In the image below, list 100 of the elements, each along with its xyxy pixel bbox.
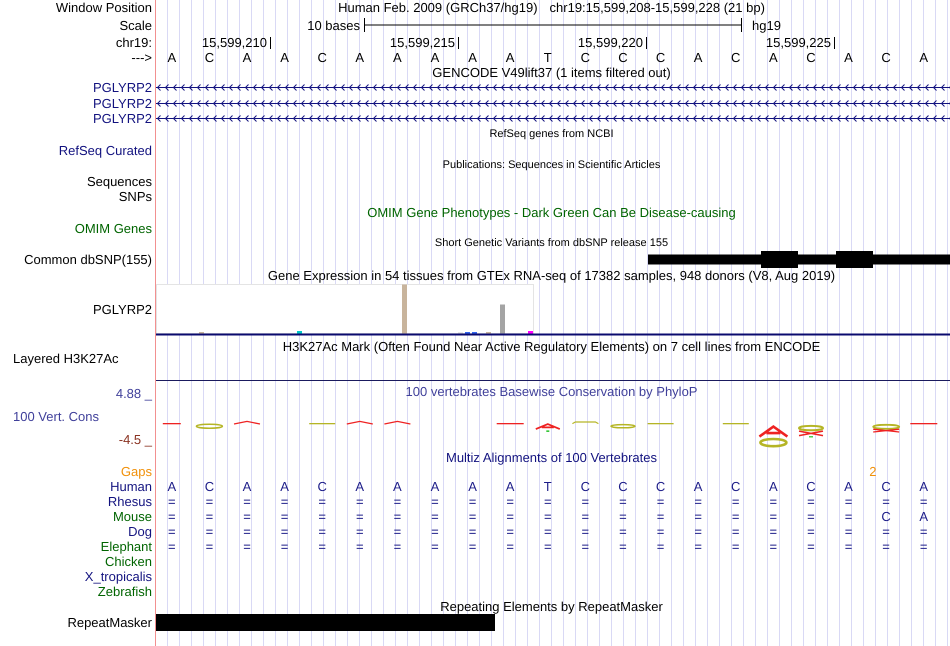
track-title: Repeating Elements by RepeatMasker: [440, 600, 663, 612]
aligned-base: =: [431, 510, 439, 522]
track-title: Short Genetic Variants from dbSNP release 155: [434, 238, 668, 248]
track-title: Publications: Sequences in Scientific Articles: [442, 160, 660, 171]
tick-mark: [458, 36, 459, 48]
track-label[interactable]: RepeatMasker: [67, 616, 152, 628]
base-letter: T: [544, 50, 552, 64]
aligned-base: =: [920, 524, 928, 538]
species-label[interactable]: Elephant: [100, 540, 152, 552]
species-label[interactable]: Chicken: [105, 554, 152, 568]
aligned-base: =: [243, 510, 251, 522]
aligned-base: A: [355, 480, 364, 492]
aligned-base: C: [881, 510, 891, 522]
conservation-mark: [534, 422, 561, 432]
aligned-base: C: [580, 480, 590, 492]
aligned-base: =: [920, 540, 928, 552]
base-letter: A: [242, 50, 252, 64]
row-label: Window Position: [56, 1, 152, 14]
track-title: OMIM Gene Phenotypes - Dark Green Can Be Disease-causing: [367, 206, 736, 219]
track-label[interactable]: RefSeq Curated: [58, 144, 152, 156]
aligned-base: =: [582, 540, 590, 552]
track-label[interactable]: 100 Vert. Cons: [13, 410, 99, 422]
aligned-base: =: [168, 524, 176, 538]
conservation-mark: [610, 423, 636, 428]
position-number: 15,599,220: [578, 36, 643, 49]
position-number: 15,599,210: [202, 36, 267, 49]
track-label[interactable]: PGLYRP2: [92, 303, 152, 316]
aligned-base: =: [882, 494, 890, 508]
base-letter: A: [430, 50, 440, 64]
track-label[interactable]: OMIM Genes: [74, 222, 152, 234]
scale-length: 10 bases: [307, 18, 360, 32]
track-label[interactable]: PGLYRP2: [92, 96, 152, 110]
species-label[interactable]: Human: [110, 480, 152, 492]
aligned-base: =: [656, 540, 664, 552]
aligned-base: =: [920, 494, 928, 508]
gap-count: 2: [869, 464, 877, 478]
aligned-base: =: [770, 494, 778, 508]
base-letter: A: [694, 50, 702, 64]
track-label[interactable]: PGLYRP2: [92, 112, 152, 126]
aligned-base: =: [243, 494, 251, 508]
aligned-base: =: [280, 510, 288, 522]
base-letter: A: [468, 50, 477, 64]
aligned-base: =: [544, 540, 552, 552]
aligned-base: =: [468, 524, 476, 538]
track-label[interactable]: Common dbSNP(155): [24, 252, 152, 266]
aligned-base: =: [506, 524, 514, 538]
aligned-base: =: [694, 494, 702, 508]
species-label[interactable]: Dog: [128, 524, 152, 538]
aligned-base: =: [468, 494, 476, 508]
conservation-mark: [722, 422, 749, 424]
track-title: H3K27Ac Mark (Often Found Near Active Regulatory Elements) on 7 cell lines from ENCODE: [282, 340, 820, 353]
aligned-base: =: [468, 510, 476, 522]
base-letter: C: [204, 50, 214, 64]
track-label[interactable]: PGLYRP2: [92, 81, 152, 94]
base-letter: C: [580, 50, 590, 64]
track-label[interactable]: SNPs: [118, 190, 152, 204]
base-letter: A: [167, 50, 176, 64]
conservation-mark: [384, 420, 411, 424]
expression-bar: [528, 330, 533, 333]
aligned-base: =: [732, 494, 740, 508]
tick-mark: [834, 36, 835, 48]
aligned-base: A: [919, 510, 928, 522]
aligned-base: A: [393, 480, 402, 492]
track-title: Gene Expression in 54 tissues from GTEx RNA-seq of 17382 samples, 948 donors (V8, Aug 2019): [268, 269, 836, 282]
aligned-base: A: [468, 480, 477, 492]
aligned-base: C: [656, 480, 666, 492]
species-label[interactable]: Zebrafish: [98, 584, 152, 598]
species-label[interactable]: Mouse: [112, 510, 152, 522]
aligned-base: =: [506, 540, 514, 552]
assembly-name: Human Feb. 2009 (GRCh37/hg19): [338, 1, 538, 14]
species-label[interactable]: Rhesus: [108, 494, 152, 508]
aligned-base: =: [318, 494, 326, 508]
base-letter: C: [881, 50, 891, 64]
base-letter: C: [618, 50, 628, 64]
aligned-base: =: [732, 524, 740, 538]
row-label: Scale: [119, 18, 152, 32]
track-label[interactable]: Sequences: [86, 174, 152, 188]
track-title: RefSeq genes from NCBI: [489, 129, 614, 140]
aligned-base: =: [206, 540, 214, 552]
conservation-mark: [496, 422, 524, 424]
aligned-base: =: [882, 540, 890, 552]
conservation-mark: [798, 424, 824, 437]
genomic-range: chr19:15,599,208-15,599,228 (21 bp): [550, 1, 765, 14]
track-title: Multiz Alignments of 100 Vertebrates: [446, 450, 657, 464]
track-label[interactable]: Layered H3K27Ac: [13, 352, 119, 365]
repeat-element-bar[interactable]: [156, 614, 495, 630]
aligned-base: =: [506, 494, 514, 508]
conservation-mark: [162, 422, 181, 424]
aligned-base: A: [242, 480, 252, 492]
expression-bar: [500, 304, 505, 333]
species-label[interactable]: X_tropicalis: [84, 570, 152, 582]
aligned-base: T: [544, 480, 552, 492]
aligned-base: =: [656, 510, 664, 522]
base-letter: A: [355, 50, 364, 64]
aligned-base: =: [770, 510, 778, 522]
conservation-mark: [196, 422, 224, 428]
base-letter: A: [280, 50, 289, 64]
aligned-base: =: [318, 510, 326, 522]
aligned-base: =: [544, 494, 552, 508]
tick-mark: [270, 36, 271, 48]
